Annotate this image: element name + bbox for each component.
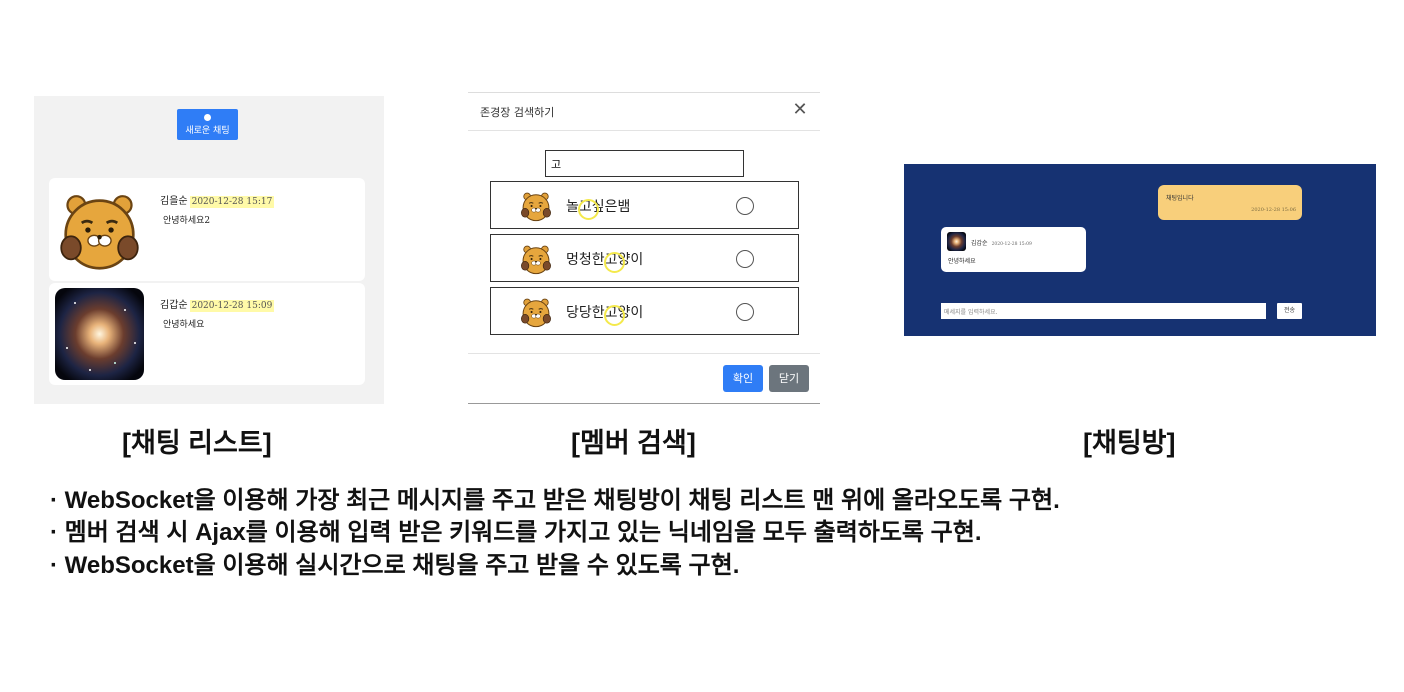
new-chat-button[interactable]: 새로운 채팅: [177, 109, 238, 140]
feature-bullet: · WebSocket을 이용해 실시간으로 채팅을 주고 받을 수 있도록 구…: [50, 552, 740, 579]
chat-item-time: 2020-12-28 15:09: [189, 300, 275, 312]
chat-item-message: 안녕하세요2: [163, 216, 211, 226]
plus-icon: [204, 114, 211, 121]
chat-list-panel: 새로운 채팅 김을순 2020-12-28 15:17 안녕하세요2 김갑순 202…: [34, 96, 384, 404]
select-radio[interactable]: [736, 197, 754, 215]
chat-item-name-line: 김을순 2020-12-28 15:17: [160, 192, 275, 208]
ryan-avatar-icon: [55, 184, 144, 276]
select-radio[interactable]: [736, 250, 754, 268]
message-input[interactable]: 메세지를 입력하세요.: [941, 303, 1266, 319]
member-nickname: 놀고싶은뱀: [566, 199, 631, 215]
chat-item-message: 안녕하세요: [163, 320, 205, 330]
divider: [468, 353, 820, 354]
other-message-bubble: 김갑순 2020-12-28 15:09 안녕하세요: [941, 227, 1086, 272]
close-button[interactable]: 닫기: [769, 365, 809, 392]
other-message-time: 2020-12-28 15:09: [991, 242, 1032, 247]
member-search-modal: 존경장 검색하기 ✕ 고 놀고싶은뱀 멍청한고양이 당당한고양이 확인 닫기: [468, 92, 820, 404]
feature-bullet: · 멤버 검색 시 Ajax를 이용해 입력 받은 키워드를 가지고 있는 닉네…: [50, 519, 982, 546]
other-sender-name: 김갑순: [971, 240, 988, 247]
member-result-row[interactable]: 멍청한고양이: [490, 234, 799, 282]
my-message-bubble: 채팅입니다 2020-12-28 15:06: [1158, 185, 1302, 220]
chat-item-name: 김을순: [160, 196, 188, 207]
member-search-input[interactable]: 고: [545, 150, 744, 177]
caption-chat-room: [채팅방]: [1083, 428, 1176, 458]
ryan-avatar-icon: [519, 189, 553, 223]
new-chat-label: 새로운 채팅: [185, 126, 230, 136]
chat-item-name: 김갑순: [160, 300, 188, 311]
confirm-button[interactable]: 확인: [723, 365, 763, 392]
divider: [468, 403, 820, 404]
ryan-avatar-icon: [519, 295, 553, 329]
other-message-text: 안녕하세요: [948, 258, 976, 265]
divider: [468, 92, 820, 93]
send-button[interactable]: 전송: [1277, 303, 1302, 319]
member-result-row[interactable]: 놀고싶은뱀: [490, 181, 799, 229]
galaxy-avatar-image: [947, 232, 966, 251]
caption-chat-list: [채팅 리스트]: [122, 428, 272, 458]
ryan-avatar-icon: [519, 242, 553, 276]
chat-room-panel: 채팅입니다 2020-12-28 15:06 김갑순 2020-12-28 15:…: [904, 164, 1376, 336]
galaxy-avatar-image: [55, 288, 144, 380]
chat-list-item[interactable]: 김을순 2020-12-28 15:17 안녕하세요2: [49, 178, 365, 281]
other-sender-line: 김갑순 2020-12-28 15:09: [971, 238, 1032, 247]
select-radio[interactable]: [736, 303, 754, 321]
modal-title: 존경장 검색하기: [480, 106, 555, 119]
my-message-time: 2020-12-28 15:06: [1251, 207, 1296, 213]
caption-member-search: [멤버 검색]: [571, 428, 696, 458]
divider: [468, 130, 820, 131]
close-icon[interactable]: ✕: [791, 101, 809, 119]
member-nickname: 멍청한고양이: [566, 252, 644, 268]
chat-list-item[interactable]: 김갑순 2020-12-28 15:09 안녕하세요: [49, 283, 365, 385]
my-message-text: 채팅입니다: [1166, 195, 1194, 202]
feature-bullet: · WebSocket을 이용해 가장 최근 메시지를 주고 받은 채팅방이 채…: [50, 487, 1060, 514]
chat-item-name-line: 김갑순 2020-12-28 15:09: [160, 296, 275, 312]
chat-item-time: 2020-12-28 15:17: [189, 196, 275, 208]
member-nickname: 당당한고양이: [566, 305, 644, 321]
member-result-row[interactable]: 당당한고양이: [490, 287, 799, 335]
